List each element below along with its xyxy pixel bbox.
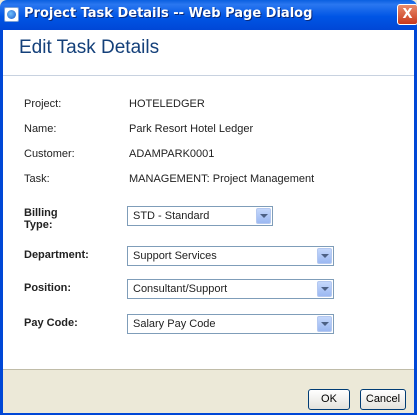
close-button[interactable]: X bbox=[397, 4, 417, 25]
pay-code-value: Salary Pay Code bbox=[133, 318, 216, 330]
name-label: Name: bbox=[24, 123, 57, 135]
project-label: Project: bbox=[24, 98, 62, 110]
chevron-down-icon[interactable] bbox=[256, 208, 271, 224]
department-select[interactable]: Support Services bbox=[127, 246, 334, 266]
chevron-down-icon[interactable] bbox=[317, 316, 332, 332]
ie-page-icon bbox=[4, 7, 19, 22]
close-icon: X bbox=[402, 7, 413, 22]
task-label: Task: bbox=[24, 173, 50, 185]
dialog-content: Project: HOTELEDGER Name: Park Resort Ho… bbox=[3, 76, 414, 369]
task-value: MANAGEMENT: Project Management bbox=[129, 173, 315, 185]
department-label: Department: bbox=[24, 249, 89, 261]
project-value: HOTELEDGER bbox=[129, 98, 205, 110]
billing-type-label: Billing Type: bbox=[24, 207, 58, 231]
dialog-footer: OK Cancel bbox=[3, 369, 414, 413]
billing-type-value: STD - Standard bbox=[133, 210, 210, 222]
position-label: Position: bbox=[24, 282, 72, 294]
position-select[interactable]: Consultant/Support bbox=[127, 279, 334, 299]
window-titlebar[interactable]: Project Task Details -- Web Page Dialog … bbox=[0, 0, 417, 30]
chevron-down-icon[interactable] bbox=[317, 281, 332, 297]
window-title: Project Task Details -- Web Page Dialog bbox=[24, 6, 313, 21]
dialog-frame: Edit Task Details Project: HOTELEDGER Na… bbox=[0, 30, 417, 415]
department-value: Support Services bbox=[133, 250, 217, 262]
cancel-button[interactable]: Cancel bbox=[360, 389, 406, 410]
ok-button[interactable]: OK bbox=[308, 389, 350, 410]
pay-code-label: Pay Code: bbox=[24, 317, 78, 329]
dialog-header: Edit Task Details bbox=[3, 30, 414, 76]
customer-label: Customer: bbox=[24, 148, 75, 160]
customer-value: ADAMPARK0001 bbox=[129, 148, 215, 160]
position-value: Consultant/Support bbox=[133, 283, 228, 295]
pay-code-select[interactable]: Salary Pay Code bbox=[127, 314, 334, 334]
page-title: Edit Task Details bbox=[19, 37, 160, 58]
chevron-down-icon[interactable] bbox=[317, 248, 332, 264]
billing-type-select[interactable]: STD - Standard bbox=[127, 206, 273, 226]
name-value: Park Resort Hotel Ledger bbox=[129, 123, 254, 135]
